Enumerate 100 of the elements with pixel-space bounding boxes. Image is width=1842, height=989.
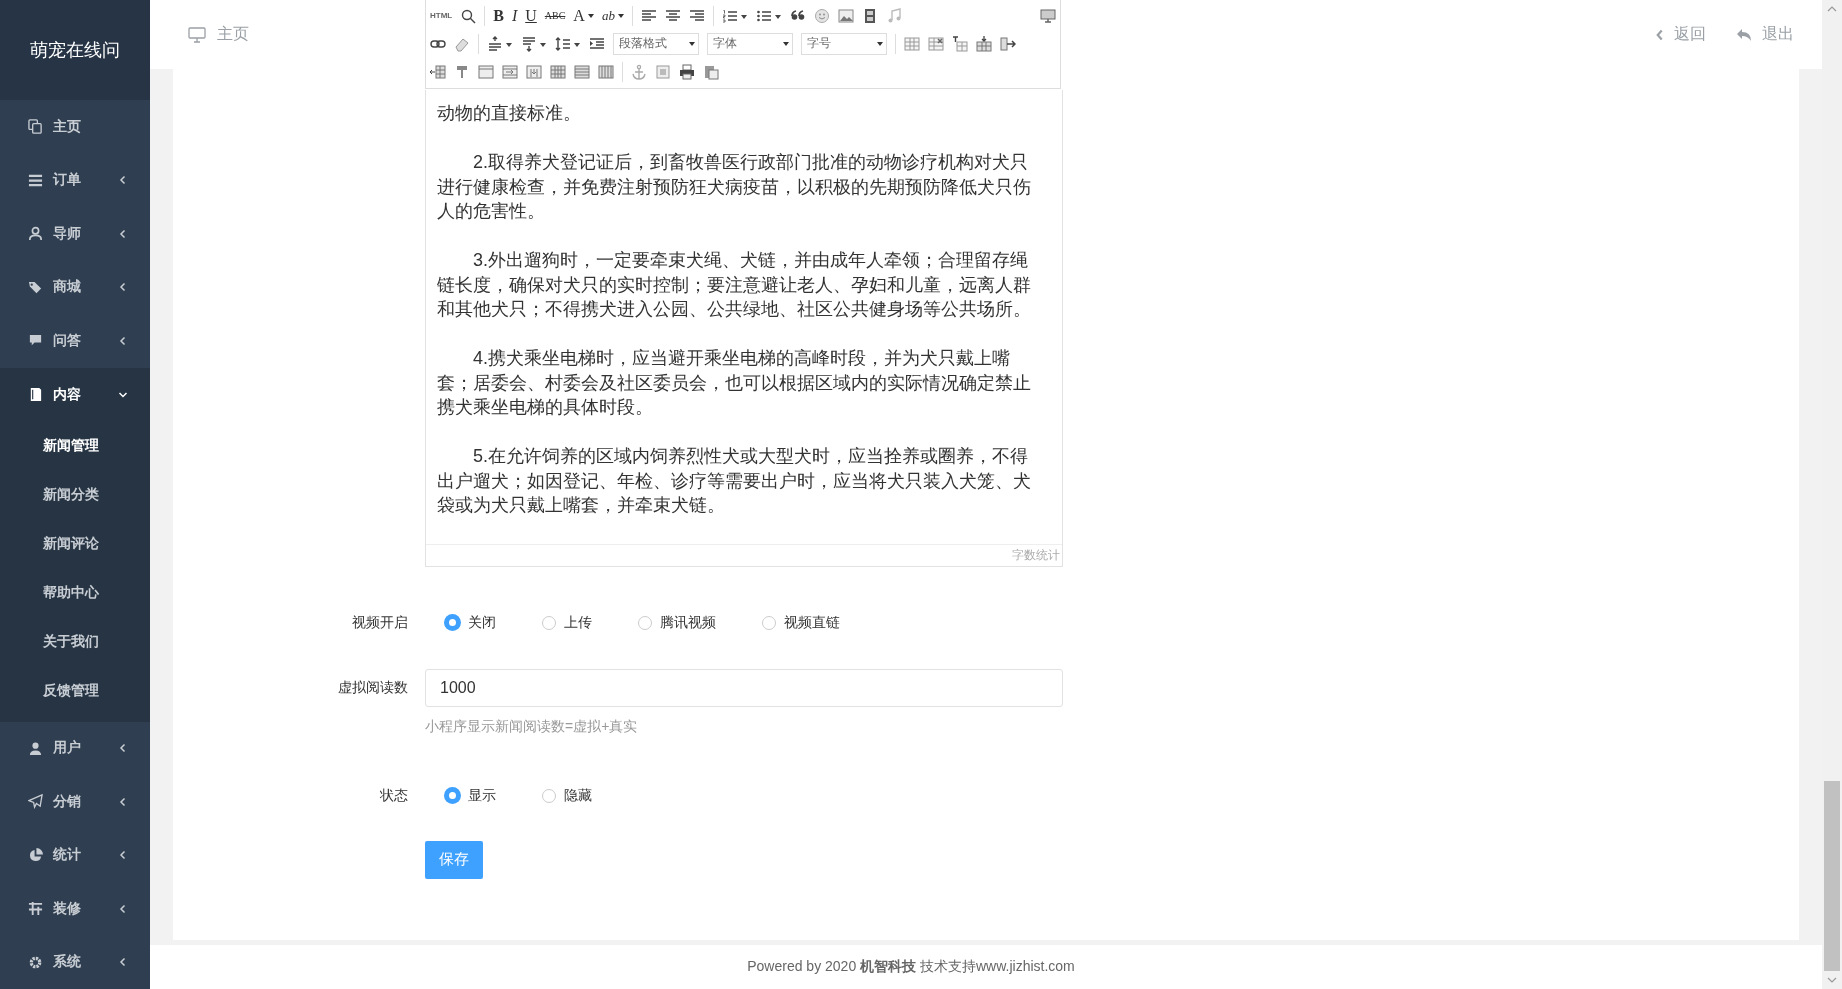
music-icon[interactable] bbox=[885, 7, 902, 24]
menu-item[interactable]: 系统 bbox=[0, 935, 150, 989]
tag-icon bbox=[28, 279, 43, 295]
monitor-icon[interactable] bbox=[1040, 7, 1056, 24]
anchor-icon[interactable] bbox=[631, 63, 647, 80]
menu-item[interactable]: 问答 bbox=[0, 314, 150, 368]
article-paragraph: 5.在允许饲养的区域内饲养烈性犬或大型犬时，应当拴养或圈养，不得出户遛犬；如因登记、年检、诊疗等需要出户时，应当将犬只装入犬笼、犬袋或为犬只戴上嘴套，并牵束犬链。 bbox=[437, 445, 1032, 517]
frame-icon[interactable] bbox=[655, 63, 671, 80]
field-label: 状态 bbox=[380, 786, 408, 803]
menu-item[interactable]: 导师 bbox=[0, 207, 150, 261]
caret-icon bbox=[689, 41, 695, 46]
sliders-icon bbox=[28, 901, 43, 917]
menu-item[interactable]: 用户 bbox=[0, 721, 150, 776]
article-paragraph: 动物的直接标准。 bbox=[437, 102, 582, 125]
radio-button[interactable] bbox=[445, 788, 460, 803]
html-source-button[interactable]: HTML bbox=[430, 11, 453, 20]
article-paragraph: 3.外出遛狗时，一定要牵束犬绳、犬链，并由成年人牵领；合理留存绳链长度，确保对犬只的实时控制；要注意避让老人、孕妇和儿童，远离人群和其他犬只；不得携犬进入公园、公共绿地、社区公共健身场等公共场所。 bbox=[437, 249, 1032, 321]
toolbar-select[interactable]: 字号 bbox=[801, 32, 887, 55]
radio-button[interactable] bbox=[445, 615, 460, 630]
menu-item[interactable]: 统计 bbox=[0, 828, 150, 883]
read-count-field[interactable]: 1000 bbox=[425, 668, 1063, 707]
submenu-item[interactable]: 关于我们 bbox=[0, 617, 150, 667]
align-left-icon[interactable] bbox=[640, 7, 657, 24]
table-columns-icon[interactable] bbox=[598, 63, 614, 80]
underline-button[interactable]: U bbox=[525, 6, 537, 25]
radio-label[interactable]: 视频直链 bbox=[784, 613, 840, 632]
pie-chart-icon bbox=[28, 847, 43, 863]
radio-label[interactable]: 上传 bbox=[564, 613, 592, 632]
bars-icon bbox=[28, 172, 43, 188]
radio-button[interactable] bbox=[542, 615, 556, 630]
emoji-icon[interactable] bbox=[813, 7, 830, 24]
scroll-up-icon[interactable] bbox=[1827, 6, 1837, 12]
table-rows-icon[interactable] bbox=[574, 63, 590, 80]
table-grid-icon[interactable] bbox=[550, 63, 566, 80]
menu-item[interactable]: 主页 bbox=[0, 100, 150, 154]
preview-icon[interactable] bbox=[460, 7, 477, 24]
insert-column-left-icon[interactable] bbox=[430, 63, 446, 80]
copy-icon bbox=[28, 119, 43, 135]
insert-row-icon[interactable] bbox=[976, 35, 992, 52]
radio-label[interactable]: 腾讯视频 bbox=[660, 613, 716, 632]
caret-icon bbox=[587, 13, 594, 18]
table-icon[interactable] bbox=[904, 35, 920, 52]
rich-text-editor[interactable] bbox=[425, 90, 1063, 567]
align-center-icon[interactable] bbox=[664, 7, 681, 24]
table-title-icon[interactable] bbox=[952, 35, 968, 52]
line-height-icon[interactable] bbox=[555, 35, 581, 52]
highlight-button[interactable]: ab bbox=[601, 7, 624, 24]
footer-text: Powered by 2020 机智科技 技术支持www.jizhist.com bbox=[747, 958, 1075, 976]
menu-item[interactable]: 装修 bbox=[0, 882, 150, 936]
insert-column-icon[interactable] bbox=[1000, 35, 1016, 52]
field-hint: 小程序显示新闻阅读数=虚拟+真实 bbox=[425, 718, 638, 734]
delete-table-icon[interactable] bbox=[928, 35, 944, 52]
radio-label[interactable]: 显示 bbox=[468, 786, 496, 805]
strikethrough-button[interactable]: ABC bbox=[544, 10, 566, 21]
align-right-icon[interactable] bbox=[688, 7, 705, 24]
submenu-item[interactable]: 反馈管理 bbox=[0, 666, 150, 716]
article-paragraph: 2.取得养犬登记证后，到畜牧兽医行政部门批准的动物诊疗机构对犬只进行健康检查，并免费注射预防狂犬病疫苗，以积极的先期预防降低犬只伤人的危害性。 bbox=[437, 151, 1032, 223]
italic-button[interactable]: I bbox=[511, 6, 518, 25]
caret-icon bbox=[877, 41, 883, 46]
submenu-item[interactable]: 帮助中心 bbox=[0, 568, 150, 618]
menu-item[interactable]: 商城 bbox=[0, 260, 150, 315]
paste-icon[interactable] bbox=[703, 63, 719, 80]
submenu-item[interactable]: 新闻管理 bbox=[0, 421, 150, 471]
field-label: 视频开启 bbox=[352, 613, 408, 630]
ordered-list-icon[interactable] bbox=[721, 7, 748, 24]
scrollbar-thumb[interactable] bbox=[1824, 781, 1840, 971]
toolbar-select[interactable]: 字体 bbox=[707, 32, 793, 55]
radio-label[interactable]: 关闭 bbox=[468, 613, 496, 632]
split-cell-icon[interactable] bbox=[454, 63, 470, 80]
scroll-down-icon[interactable] bbox=[1827, 977, 1837, 983]
word-count-label: 字数统计 bbox=[1012, 546, 1060, 564]
gear-icon bbox=[28, 954, 43, 970]
indent-icon[interactable] bbox=[589, 35, 605, 52]
monitor-icon bbox=[188, 26, 206, 43]
field-label: 虚拟阅读数 bbox=[338, 678, 408, 695]
printer-icon[interactable] bbox=[679, 63, 695, 80]
caret-icon bbox=[617, 13, 624, 18]
menu-item[interactable]: 分销 bbox=[0, 775, 150, 829]
toolbar-select[interactable]: 段落格式 bbox=[613, 32, 699, 55]
radio-button[interactable] bbox=[638, 615, 652, 630]
reply-arrow-icon bbox=[1736, 27, 1752, 42]
table-header-icon[interactable] bbox=[478, 63, 494, 80]
radio-label[interactable]: 隐藏 bbox=[564, 786, 592, 805]
bold-button[interactable]: B bbox=[493, 6, 504, 25]
menu-item[interactable]: 订单 bbox=[0, 153, 150, 208]
menu-item[interactable]: 内容 bbox=[0, 367, 150, 422]
submenu-item[interactable]: 新闻评论 bbox=[0, 519, 150, 569]
radio-button[interactable] bbox=[542, 788, 556, 803]
caret-icon bbox=[783, 41, 789, 46]
app-title: 萌宠在线问 bbox=[0, 0, 150, 101]
person-icon bbox=[28, 740, 43, 756]
paragraph-spacing-top-icon[interactable] bbox=[487, 35, 513, 52]
merge-down-icon[interactable] bbox=[526, 63, 542, 80]
image-icon[interactable] bbox=[837, 7, 854, 24]
submenu-item[interactable]: 新闻分类 bbox=[0, 470, 150, 520]
radio-button[interactable] bbox=[762, 615, 776, 630]
merge-right-icon[interactable] bbox=[502, 63, 518, 80]
paragraph-spacing-bottom-icon[interactable] bbox=[521, 35, 547, 52]
font-color-button[interactable]: A bbox=[573, 6, 594, 25]
user-icon bbox=[28, 226, 43, 242]
